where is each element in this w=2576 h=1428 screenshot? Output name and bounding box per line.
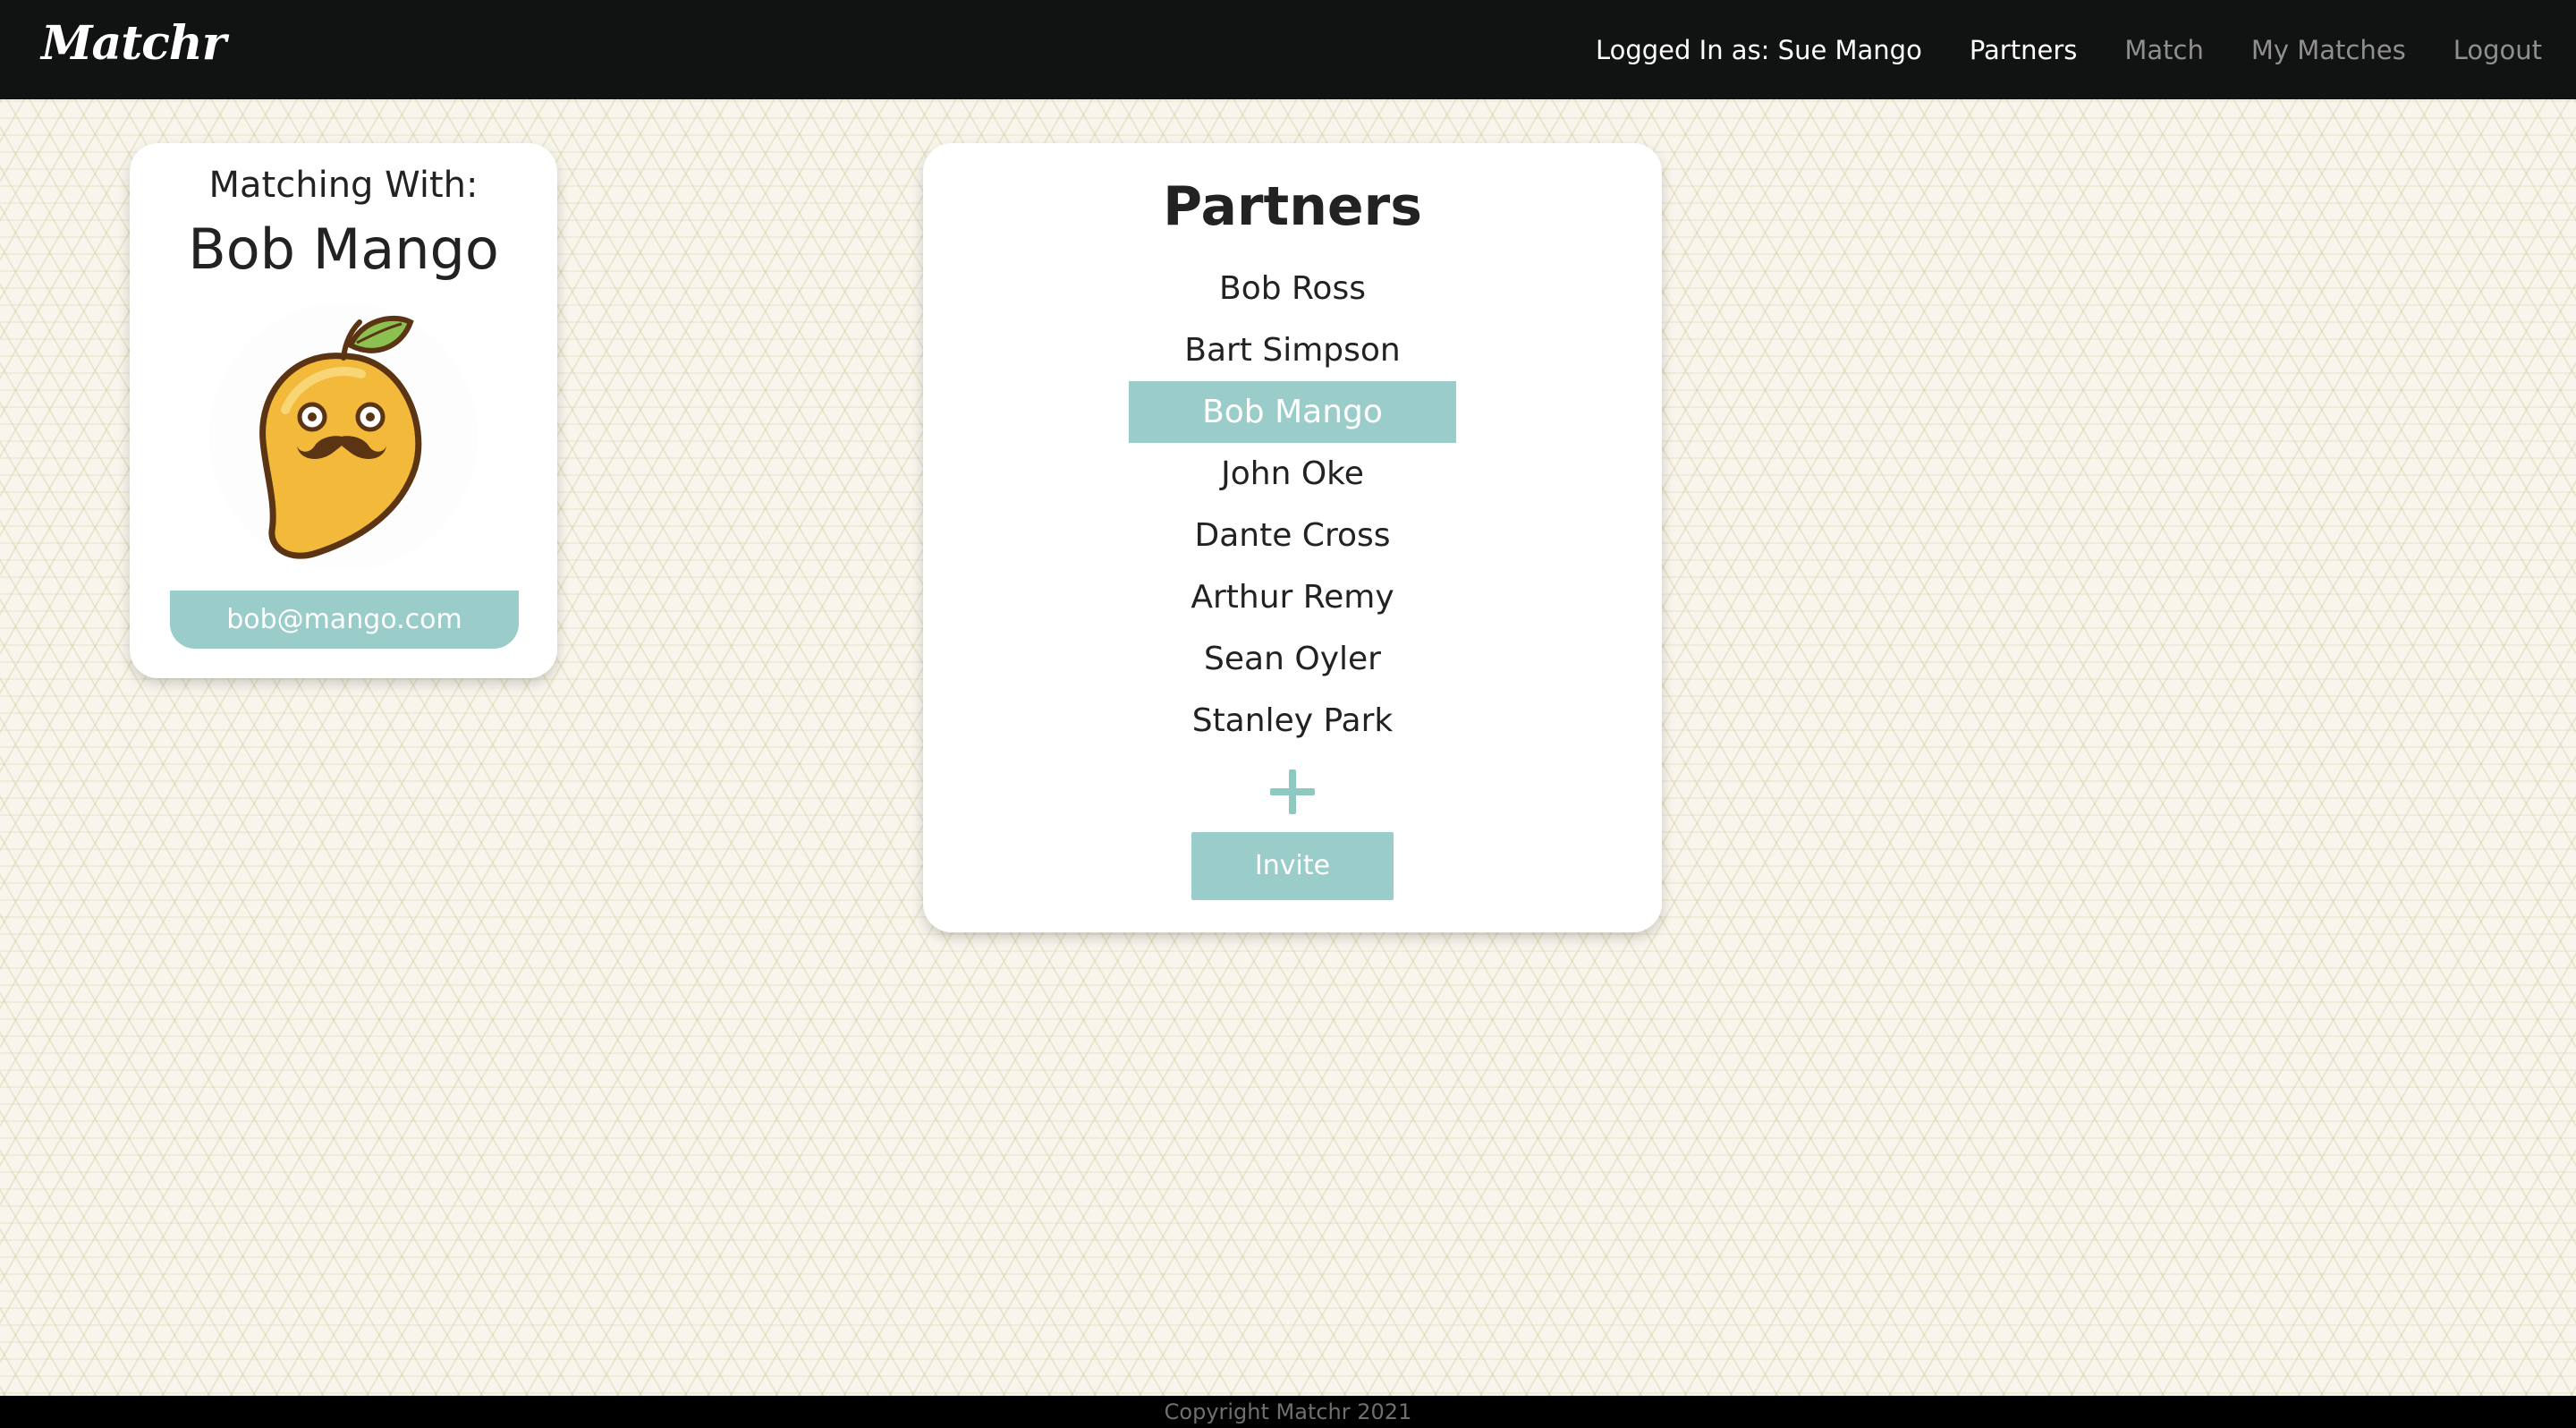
profile-card: Matching With: Bob Mango bob@mango.com [130, 143, 557, 678]
invite-button[interactable]: Invite [1191, 832, 1394, 900]
matching-with-label: Matching With: [208, 165, 479, 206]
navbar: Matchr Logged In as: Sue Mango Partners … [0, 0, 2576, 99]
partner-list: Bob Ross Bart Simpson Bob Mango John Oke… [923, 258, 1662, 752]
partners-title: Partners [1163, 175, 1422, 238]
partner-item[interactable]: John Oke [1129, 443, 1456, 505]
copyright-text: Copyright Matchr 2021 [1164, 1399, 1412, 1424]
nav-links: Logged In as: Sue Mango Partners Match M… [1596, 0, 2542, 99]
partner-item[interactable]: Bob Ross [1129, 258, 1456, 319]
avatar [209, 302, 478, 571]
footer: Copyright Matchr 2021 [0, 1396, 2576, 1428]
partner-item-selected[interactable]: Bob Mango [1129, 381, 1456, 443]
nav-link-logout[interactable]: Logout [2453, 35, 2542, 65]
nav-link-my-matches[interactable]: My Matches [2251, 35, 2406, 65]
profile-name: Bob Mango [188, 217, 499, 282]
nav-link-partners[interactable]: Partners [1970, 35, 2078, 65]
mango-mustache-icon [259, 315, 422, 559]
partners-card: Partners Bob Ross Bart Simpson Bob Mango… [923, 143, 1662, 932]
partner-item[interactable]: Bart Simpson [1129, 319, 1456, 381]
partner-item[interactable]: Dante Cross [1129, 505, 1456, 566]
brand-logo[interactable]: Matchr [41, 16, 226, 71]
partner-item[interactable]: Stanley Park [1129, 690, 1456, 752]
plus-icon[interactable] [1270, 769, 1315, 814]
logged-in-label: Logged In as: Sue Mango [1595, 34, 1922, 65]
nav-link-match[interactable]: Match [2124, 35, 2204, 65]
email-button[interactable]: bob@mango.com [170, 591, 519, 649]
partner-item[interactable]: Sean Oyler [1129, 628, 1456, 690]
partner-item[interactable]: Arthur Remy [1129, 566, 1456, 628]
